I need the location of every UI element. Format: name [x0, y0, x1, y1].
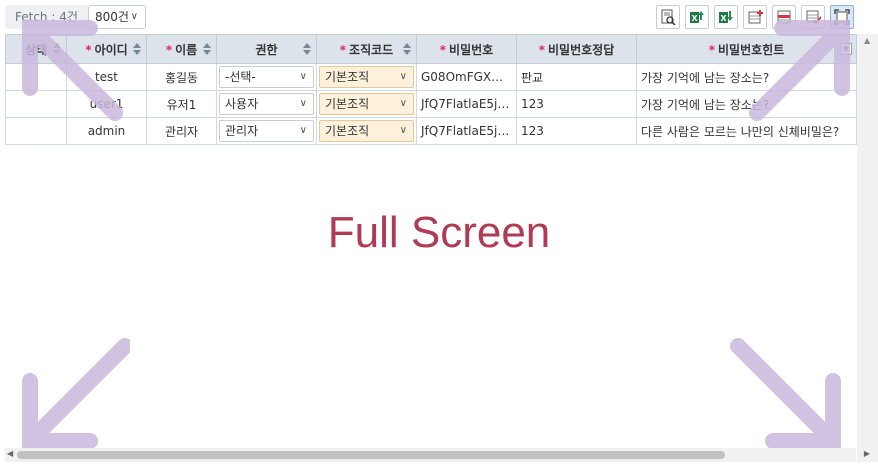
chevron-down-icon: ∨ — [299, 71, 307, 82]
vertical-scrollbar[interactable]: ▲ — [857, 34, 878, 462]
org-code-select[interactable]: 기본조직 ∨ — [319, 66, 414, 88]
column-header-role[interactable]: 권한 — [216, 34, 317, 64]
cell-name[interactable]: 유저1 — [146, 90, 217, 118]
cell-password-answer[interactable]: 123 — [516, 117, 637, 145]
required-mark: * — [538, 42, 546, 57]
cell-password-answer[interactable]: 123 — [516, 90, 637, 118]
sort-icon[interactable] — [203, 43, 211, 55]
role-select[interactable]: 관리자 ∨ — [219, 120, 314, 142]
cell-name[interactable]: 관리자 — [146, 117, 217, 145]
arrow-bottom-left-icon — [10, 336, 133, 456]
required-mark: * — [165, 42, 173, 57]
cell-password-answer[interactable]: 판교 — [516, 63, 637, 91]
user-grid: 상태 * 아이디 * 이름 권한 * 조직코드 * 비밀번호 * 비밀번호정답 * 비밀번호… — [5, 34, 857, 145]
zoom-sheet-button[interactable] — [656, 5, 680, 29]
required-mark: * — [708, 42, 716, 57]
full-screen-overlay-text: Full Screen — [327, 208, 551, 257]
table-row[interactable]: test 홍길동 -선택- ∨ 기본조직 ∨ G08OmFGXGZj… 판교 가장 … — [5, 63, 857, 91]
excel-upload-button[interactable]: X — [685, 5, 709, 29]
user-table: 상태 * 아이디 * 이름 권한 * 조직코드 * 비밀번호 * 비밀번호정답 * 비밀번호… — [5, 34, 857, 145]
excel-download-button[interactable]: X — [714, 5, 738, 29]
cell-role[interactable]: 사용자 ∨ — [216, 90, 317, 118]
required-mark: * — [339, 42, 347, 57]
scroll-left-icon[interactable]: ◀ — [7, 449, 13, 458]
svg-text:X: X — [721, 14, 728, 23]
chevron-down-icon: ∨ — [399, 71, 407, 82]
horizontal-scrollbar[interactable]: ◀ ▶ — [5, 448, 870, 462]
column-header-name[interactable]: * 이름 — [146, 34, 217, 64]
cell-password[interactable]: JfQ7FlatlaE5jj… — [416, 117, 517, 145]
column-header-org-code[interactable]: * 조직코드 — [316, 34, 417, 64]
excel-upload-icon: X — [690, 11, 704, 23]
required-mark: * — [439, 42, 447, 57]
table-row[interactable]: admin 관리자 관리자 ∨ 기본조직 ∨ JfQ7FlatlaE5jj… 123… — [5, 117, 857, 145]
cell-org-code[interactable]: 기본조직 ∨ — [316, 63, 417, 91]
chevron-down-icon: ∨ — [299, 125, 307, 136]
scroll-up-icon[interactable]: ▲ — [864, 36, 870, 45]
chevron-down-icon: ∨ — [130, 11, 138, 22]
chevron-down-icon: ∨ — [399, 98, 407, 109]
cell-name[interactable]: 홍길동 — [146, 63, 217, 91]
sort-icon[interactable] — [403, 43, 411, 55]
table-row[interactable]: user1 유저1 사용자 ∨ 기본조직 ∨ JfQ7FlatlaE5jj… 123… — [5, 90, 857, 118]
excel-download-icon: X — [719, 11, 733, 23]
cell-org-code[interactable]: 기본조직 ∨ — [316, 90, 417, 118]
zoom-sheet-icon — [661, 9, 676, 25]
cell-password[interactable]: G08OmFGXGZj… — [416, 63, 517, 91]
cell-role[interactable]: 관리자 ∨ — [216, 117, 317, 145]
org-code-select[interactable]: 기본조직 ∨ — [319, 120, 414, 142]
org-code-select[interactable]: 기본조직 ∨ — [319, 93, 414, 115]
cell-password[interactable]: JfQ7FlatlaE5jj… — [416, 90, 517, 118]
chevron-down-icon: ∨ — [399, 125, 407, 136]
column-header-password-answer[interactable]: * 비밀번호정답 — [516, 34, 637, 64]
sort-icon[interactable] — [303, 43, 311, 55]
arrow-top-right-icon — [742, 8, 862, 128]
cell-role[interactable]: -선택- ∨ — [216, 63, 317, 91]
svg-text:X: X — [692, 14, 699, 23]
horizontal-scroll-thumb[interactable] — [17, 451, 725, 459]
arrow-top-left-icon — [10, 8, 130, 128]
column-header-password[interactable]: * 비밀번호 — [416, 34, 517, 64]
header-row: 상태 * 아이디 * 이름 권한 * 조직코드 * 비밀번호 * 비밀번호정답 * 비밀번호… — [5, 34, 857, 64]
chevron-down-icon: ∨ — [299, 98, 307, 109]
sort-icon[interactable] — [133, 43, 141, 55]
scroll-right-icon[interactable]: ▶ — [864, 449, 870, 458]
role-select[interactable]: -선택- ∨ — [219, 66, 314, 88]
role-select[interactable]: 사용자 ∨ — [219, 93, 314, 115]
arrow-bottom-right-icon — [728, 336, 848, 456]
cell-org-code[interactable]: 기본조직 ∨ — [316, 117, 417, 145]
